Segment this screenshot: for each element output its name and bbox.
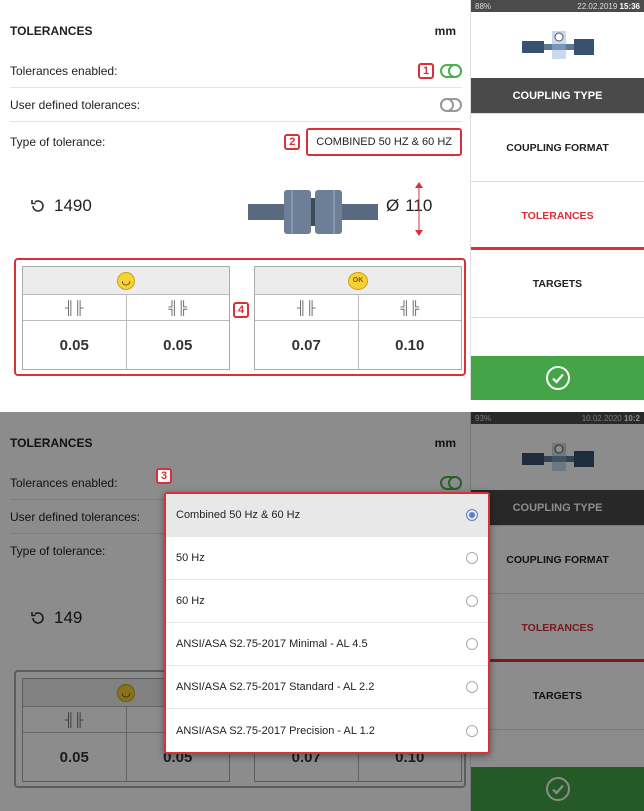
radio-icon (466, 724, 478, 737)
unit-label: mm (434, 24, 456, 38)
tolerance-type-dropdown: Combined 50 Hz & 60 Hz 50 Hz 60 Hz ANSI/… (164, 492, 490, 754)
option-label: 50 Hz (176, 552, 205, 564)
offset-value: 0.07 (291, 336, 321, 354)
battery-level: 88% (475, 1, 492, 11)
offset-icon: ╢╟ (65, 300, 84, 315)
ok-badge-icon: OK (348, 271, 368, 290)
tolerance-tables: ◡ ╢╟ ╣╠ 0.05 0.05 4 OK ╢╟ ╣╠ 0.07 0.10 (14, 258, 466, 376)
coupling-icon (248, 190, 378, 234)
callout-marker-3: 3 (156, 468, 172, 484)
option-label: 60 Hz (176, 595, 205, 607)
option-label: Combined 50 Hz & 60 Hz (176, 509, 301, 521)
offset-value: 0.05 (59, 336, 89, 354)
diameter-arrow-icon (415, 182, 423, 236)
sidebar-item-coupling-type[interactable]: COUPLING TYPE (471, 78, 644, 114)
tolerance-option[interactable]: 60 Hz (166, 580, 488, 623)
machine-train-icon (521, 31, 594, 59)
type-of-tolerance-label: Type of tolerance: (10, 135, 106, 149)
user-defined-row: User defined tolerances: (10, 88, 462, 122)
rpm-value: 1490 (54, 196, 92, 215)
machine-thumbnail[interactable] (471, 12, 644, 78)
status-time: 15:36 (619, 1, 640, 11)
tolerance-option[interactable]: ANSI/ASA S2.75-2017 Precision - AL 1.2 (166, 709, 488, 752)
angle-value: 0.10 (357, 321, 462, 369)
sidebar-item-targets[interactable]: TARGETS (471, 250, 644, 318)
check-circle-icon (545, 366, 570, 390)
confirm-button[interactable] (471, 356, 644, 400)
excellent-tolerance-table[interactable]: ◡ ╢╟ ╣╠ 0.05 0.05 (22, 266, 230, 370)
tolerances-screen-dropdown-open: TOLERANCES mm Tolerances enabled: User d… (0, 412, 644, 811)
status-date: 22.02.2019 (577, 1, 618, 11)
tolerance-option[interactable]: ANSI/ASA S2.75-2017 Minimal - AL 4.5 (166, 623, 488, 666)
gap-icon: ╣╠ (125, 295, 230, 320)
option-label: ANSI/ASA S2.75-2017 Minimal - AL 4.5 (176, 638, 368, 650)
tolerances-enabled-label: Tolerances enabled: (10, 63, 118, 78)
tolerance-option[interactable]: Combined 50 Hz & 60 Hz (166, 494, 488, 537)
main-panel: TOLERANCES mm Tolerances enabled: 1 User… (0, 0, 470, 400)
user-defined-toggle[interactable] (440, 97, 462, 112)
sidebar-item-tolerances[interactable]: TOLERANCES (471, 182, 644, 250)
diameter-display[interactable]: Ø 110 (386, 196, 432, 216)
tolerances-enabled-toggle[interactable] (440, 63, 462, 78)
sidebar: 88% 22.02.2019 15:36 COUPLING TYPE COUPL… (470, 0, 644, 400)
tolerances-enabled-row: Tolerances enabled: 1 (10, 54, 462, 88)
angle-value: 0.05 (125, 321, 230, 369)
radio-icon (466, 552, 478, 564)
smiley-icon: ◡ (117, 271, 135, 290)
callout-marker-4: 4 (233, 302, 249, 318)
tolerance-option[interactable]: ANSI/ASA S2.75-2017 Standard - AL 2.2 (166, 666, 488, 709)
rotate-icon (31, 200, 44, 212)
type-of-tolerance-row: Type of tolerance: 2 COMBINED 50 HZ & 60… (10, 122, 462, 162)
tolerance-option[interactable]: 50 Hz (166, 537, 488, 580)
callout-marker-1: 1 (418, 62, 434, 79)
radio-selected-icon (466, 509, 478, 521)
status-bar: 88% 22.02.2019 15:36 (471, 0, 644, 12)
offset-icon: ╢╟ (297, 300, 316, 315)
acceptable-tolerance-table[interactable]: OK ╢╟ ╣╠ 0.07 0.10 (254, 266, 462, 370)
gap-icon: ╣╠ (357, 295, 462, 320)
type-of-tolerance-select[interactable]: COMBINED 50 HZ & 60 HZ (306, 128, 462, 156)
tolerances-screen-default: TOLERANCES mm Tolerances enabled: 1 User… (0, 0, 644, 400)
radio-icon (466, 595, 478, 607)
page-title: TOLERANCES (10, 24, 93, 38)
sidebar-item-coupling-format[interactable]: COUPLING FORMAT (471, 114, 644, 182)
diameter-symbol: Ø (386, 196, 400, 215)
user-defined-label: User defined tolerances: (10, 97, 141, 112)
callout-marker-2: 2 (284, 134, 301, 150)
radio-icon (466, 681, 478, 693)
option-label: ANSI/ASA S2.75-2017 Precision - AL 1.2 (176, 724, 375, 737)
radio-icon (466, 638, 478, 650)
rpm-display[interactable]: 1490 (30, 196, 92, 216)
option-label: ANSI/ASA S2.75-2017 Standard - AL 2.2 (176, 681, 375, 693)
